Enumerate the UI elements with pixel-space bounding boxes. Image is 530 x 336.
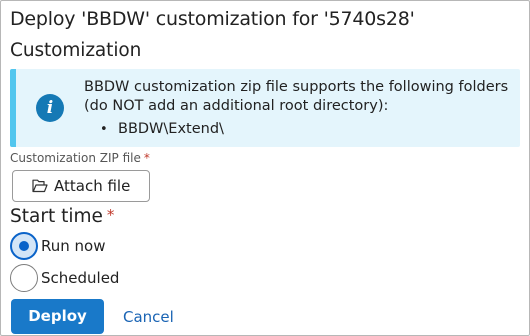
customization-heading: Customization: [10, 40, 142, 61]
radio-run-now-control[interactable]: [10, 232, 38, 260]
radio-selected-dot: [19, 241, 29, 251]
info-box: i BBDW customization zip file supports t…: [10, 69, 520, 147]
folder-list: • BBDW\Extend\: [100, 121, 224, 137]
radio-scheduled[interactable]: Scheduled: [10, 264, 119, 292]
radio-run-now-label: Run now: [41, 237, 106, 255]
deploy-button[interactable]: Deploy: [11, 299, 104, 334]
start-time-label: Start time *: [10, 206, 114, 227]
info-line-1: BBDW customization zip file supports the…: [84, 79, 509, 95]
start-time-label-text: Start time: [10, 206, 103, 227]
radio-run-now[interactable]: Run now: [10, 232, 105, 260]
required-mark: *: [106, 206, 115, 224]
required-mark: *: [143, 151, 150, 165]
folder-list-item: BBDW\Extend\: [118, 121, 224, 137]
zip-field-label-text: Customization ZIP file: [10, 151, 141, 165]
bullet-icon: •: [100, 122, 108, 137]
info-text: BBDW customization zip file supports the…: [84, 78, 508, 116]
dialog-title: Deploy 'BBDW' customization for '5740s28…: [10, 8, 415, 30]
attach-file-button[interactable]: Attach file: [12, 170, 150, 202]
info-icon: i: [36, 94, 64, 122]
radio-scheduled-control[interactable]: [10, 264, 38, 292]
folder-open-icon: [32, 179, 48, 193]
radio-scheduled-label: Scheduled: [41, 269, 120, 287]
cancel-link[interactable]: Cancel: [123, 308, 174, 326]
zip-field-label: Customization ZIP file *: [10, 151, 150, 165]
attach-file-label: Attach file: [54, 177, 131, 195]
info-line-2: (do NOT add an additional root directory…: [84, 98, 389, 114]
